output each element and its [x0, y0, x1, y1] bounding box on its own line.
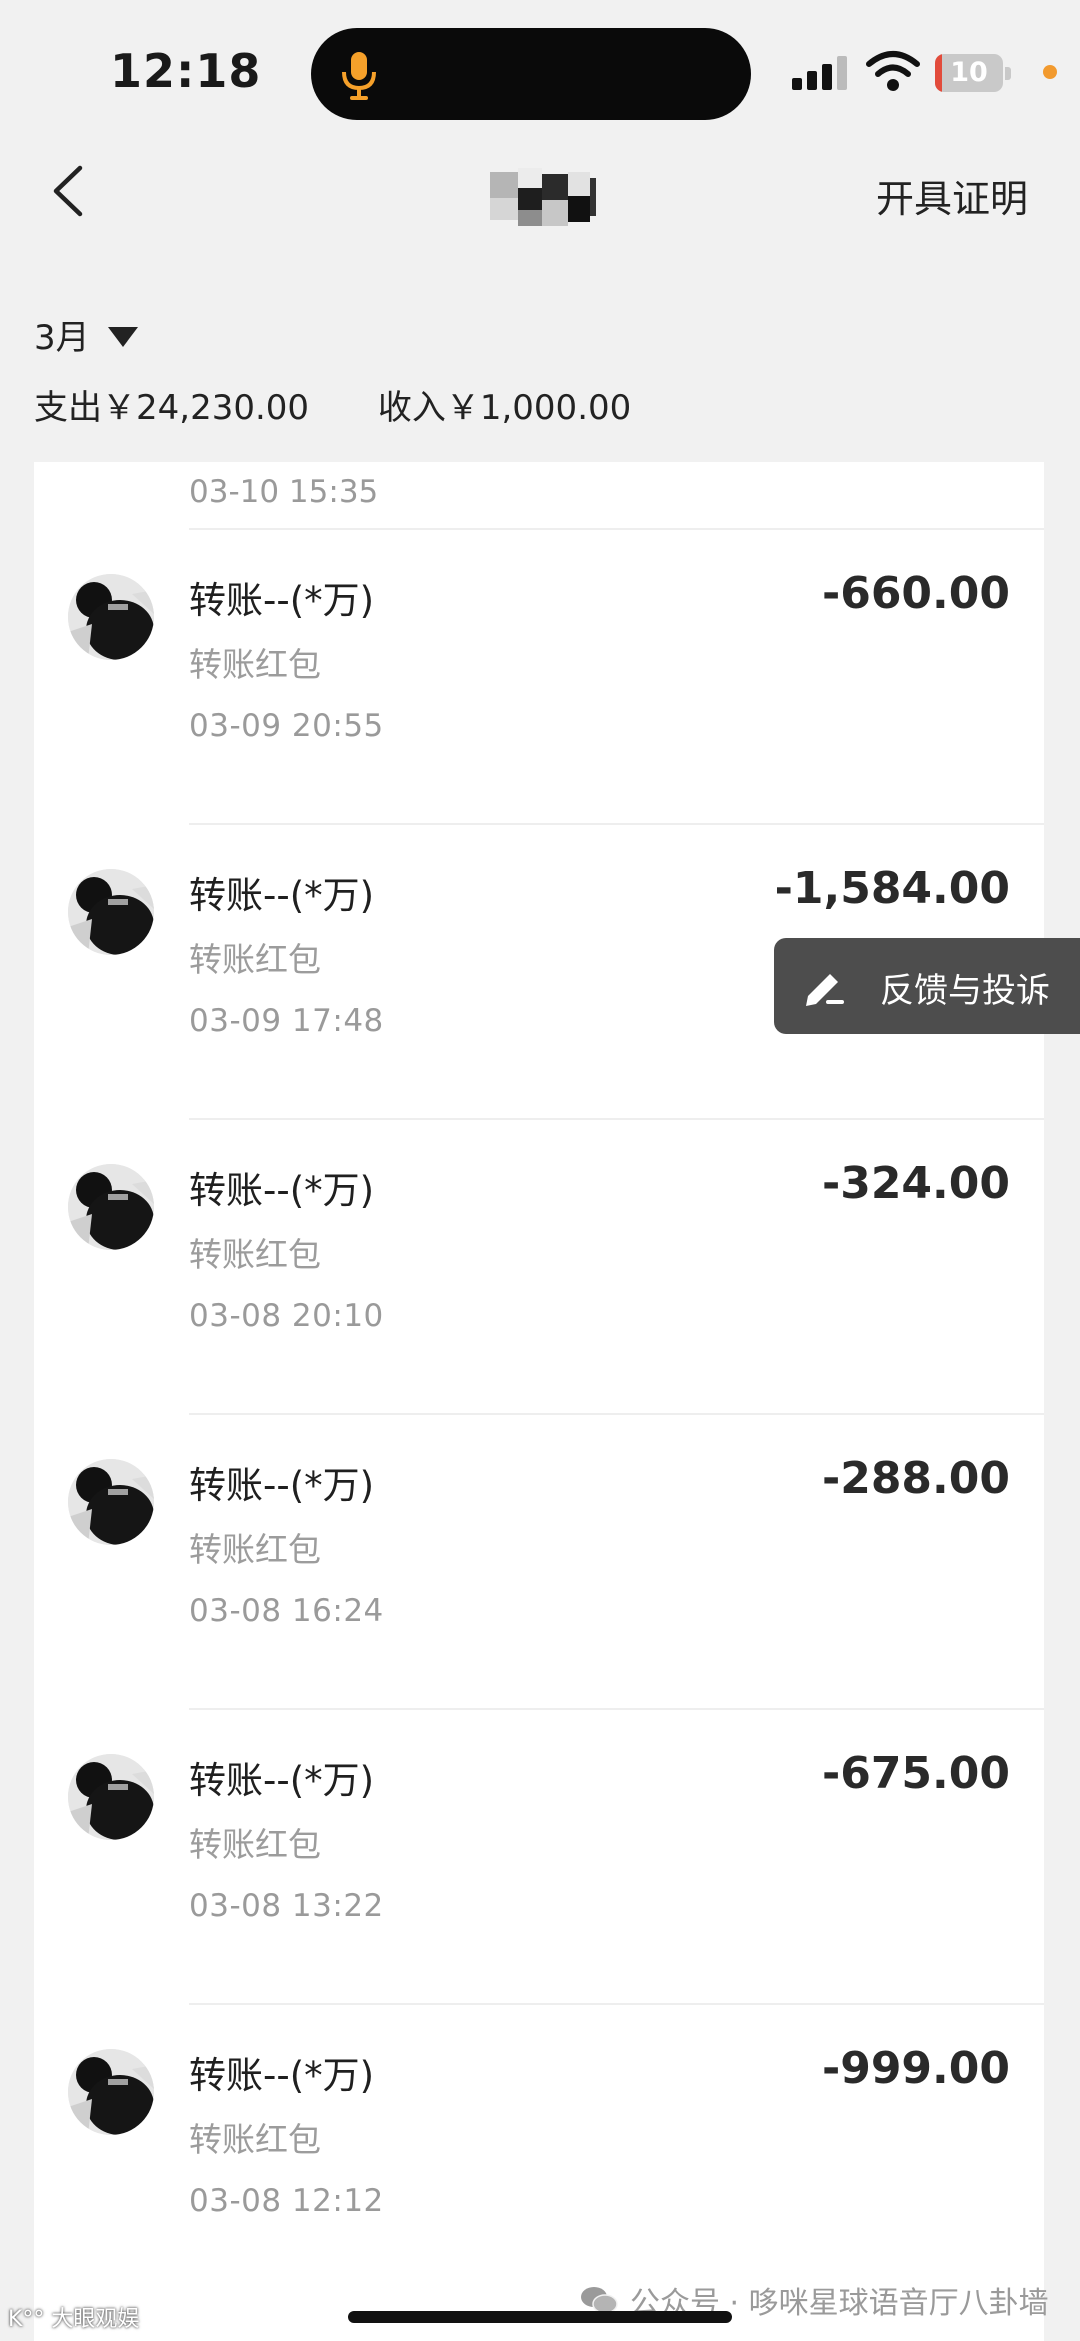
battery-percentage: 10	[950, 57, 988, 88]
avatar	[68, 1164, 154, 1250]
privacy-indicator-dot	[1043, 65, 1057, 79]
avatar	[68, 1754, 154, 1840]
feedback-complaint-button[interactable]: 反馈与投诉	[774, 938, 1080, 1034]
transaction-list: 03-10 15:35 转账--(*万) 转账红包 03-09 20:55 -6…	[34, 462, 1044, 2341]
wifi-icon	[866, 51, 920, 91]
income-total: 收入￥1,000.00	[377, 388, 632, 428]
home-indicator	[348, 2311, 732, 2323]
avatar	[68, 1459, 154, 1545]
transaction-amount: -324.00	[821, 1158, 1010, 1209]
transaction-time: 03-08 20:10	[189, 1298, 384, 1334]
transaction-amount: -999.00	[821, 2043, 1010, 2094]
avatar	[68, 869, 154, 955]
status-bar: 12:18 10	[0, 0, 1080, 140]
transaction-type: 转账红包	[189, 940, 321, 979]
transaction-type: 转账红包	[189, 1825, 321, 1864]
microphone-icon	[342, 52, 376, 100]
expense-total: 支出￥24,230.00	[34, 388, 310, 428]
month-selector[interactable]: 3月	[34, 310, 138, 359]
month-label: 3月	[34, 318, 90, 358]
transaction-time: 03-08 13:22	[189, 1888, 384, 1924]
transaction-amount: -1,584.00	[774, 863, 1010, 914]
issue-certificate-button[interactable]: 开具证明	[876, 168, 1028, 223]
transaction-title: 转账--(*万)	[189, 2054, 375, 2097]
transaction-row[interactable]: 转账--(*万) 转账红包 03-09 20:55 -660.00	[34, 530, 1044, 822]
cellular-signal-icon	[792, 56, 847, 90]
battery-indicator: 10	[935, 54, 1013, 92]
transaction-amount: -288.00	[821, 1453, 1010, 1504]
transaction-title: 转账--(*万)	[189, 874, 375, 917]
chevron-left-icon[interactable]	[48, 162, 88, 220]
avatar	[68, 574, 154, 660]
triangle-down-icon	[107, 326, 138, 347]
transaction-title: 转账--(*万)	[189, 1464, 375, 1507]
transaction-title: 转账--(*万)	[189, 1169, 375, 1212]
transaction-row[interactable]: 转账--(*万) 转账红包 03-08 13:22 -675.00	[34, 1710, 1044, 2002]
transaction-amount: -675.00	[821, 1748, 1010, 1799]
watermark-left: K°° 大眼观娱	[8, 2307, 140, 2332]
feedback-label: 反馈与投诉	[880, 971, 1050, 1011]
transaction-type: 转账红包	[189, 2120, 321, 2159]
partial-row-time: 03-10 15:35	[189, 474, 379, 510]
transaction-amount: -660.00	[821, 568, 1010, 619]
redacted-page-title	[490, 168, 610, 226]
transaction-row[interactable]: 转账--(*万) 转账红包 03-08 20:10 -324.00	[34, 1120, 1044, 1412]
transaction-type: 转账红包	[189, 645, 321, 684]
transaction-title: 转账--(*万)	[189, 1759, 375, 1802]
transaction-type: 转账红包	[189, 1530, 321, 1569]
transaction-time: 03-09 17:48	[189, 1003, 384, 1039]
edit-icon	[806, 974, 844, 1006]
transaction-time: 03-08 12:12	[189, 2183, 384, 2219]
avatar	[68, 2049, 154, 2135]
transaction-title: 转账--(*万)	[189, 579, 375, 622]
dynamic-island	[311, 28, 751, 120]
status-time: 12:18	[110, 44, 262, 98]
transaction-row[interactable]: 转账--(*万) 转账红包 03-08 12:12 -999.00	[34, 2005, 1044, 2297]
transaction-time: 03-09 20:55	[189, 708, 384, 744]
transaction-type: 转账红包	[189, 1235, 321, 1274]
month-summary: 支出￥24,230.00 收入￥1,000.00	[34, 380, 689, 429]
transaction-time: 03-08 16:24	[189, 1593, 384, 1629]
transaction-row[interactable]: 转账--(*万) 转账红包 03-08 16:24 -288.00	[34, 1415, 1044, 1707]
